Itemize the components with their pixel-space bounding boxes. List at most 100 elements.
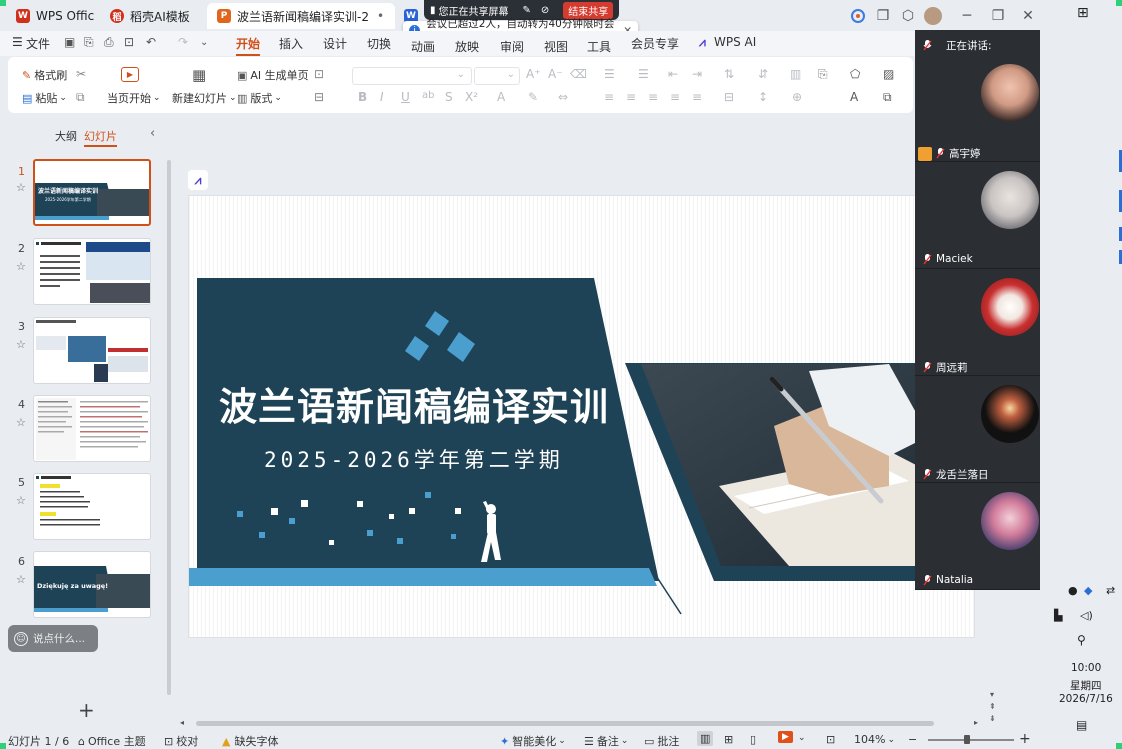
- ai-generate-button[interactable]: ▣ AI 生成单页: [237, 67, 309, 83]
- maximize-icon[interactable]: ❐: [988, 6, 1008, 26]
- star-icon[interactable]: ☆: [16, 416, 26, 429]
- ai-float-icon[interactable]: ⩘: [188, 170, 208, 190]
- slideshow-play-icon[interactable]: ▶: [778, 731, 793, 743]
- reset-icon[interactable]: ⊡: [314, 67, 324, 81]
- arrange-icon[interactable]: ⧉: [883, 90, 892, 105]
- section-icon[interactable]: ⊟: [314, 90, 324, 104]
- annotate-icon[interactable]: ✎: [523, 5, 531, 16]
- zoom-slider[interactable]: [928, 739, 1014, 741]
- zoom-level[interactable]: 104% ⌄: [854, 733, 895, 746]
- switch-tray-icon[interactable]: ⇄: [1106, 584, 1115, 597]
- slide-canvas[interactable]: 波兰语新闻稿编译实训 2025-2026学年第二学期: [188, 195, 975, 638]
- undo-icon[interactable]: ↶: [146, 35, 156, 49]
- export-icon[interactable]: ⎘: [84, 35, 94, 50]
- menu-home[interactable]: 开始: [236, 35, 261, 56]
- prev-slide-icon[interactable]: ⇞: [989, 702, 996, 711]
- menu-file[interactable]: 文件: [26, 35, 50, 52]
- font-family-select[interactable]: ⌄: [352, 67, 472, 85]
- vertical-align-icon[interactable]: ⊟: [724, 90, 734, 104]
- highlight-icon[interactable]: ✎: [528, 90, 538, 104]
- hide-icon[interactable]: ⊘: [541, 5, 549, 16]
- star-icon[interactable]: ☆: [16, 338, 26, 351]
- windows-start-icon[interactable]: ⊞: [1077, 5, 1089, 21]
- slide-title[interactable]: 波兰语新闻稿编译实训: [219, 376, 609, 431]
- increase-font-icon[interactable]: A⁺: [526, 67, 541, 81]
- comments-item[interactable]: ▭ 批注: [644, 733, 679, 749]
- redo-icon[interactable]: ↷: [178, 35, 188, 49]
- slide-subtitle[interactable]: 2025-2026学年第二学期: [264, 444, 564, 474]
- star-icon[interactable]: ☆: [16, 260, 26, 273]
- underline-icon[interactable]: U: [401, 90, 410, 104]
- clear-format-icon[interactable]: ⌫: [570, 67, 587, 81]
- menu-wps-ai[interactable]: WPS AI: [714, 35, 756, 49]
- menu-view[interactable]: 视图: [544, 38, 568, 55]
- justify-icon[interactable]: ≡: [670, 90, 680, 104]
- reading-view-icon[interactable]: ▯: [750, 733, 756, 746]
- proofread-item[interactable]: ⊡ 校对: [164, 733, 198, 749]
- save-icon[interactable]: ▣: [64, 35, 75, 49]
- avatar[interactable]: [923, 6, 943, 26]
- align-right-icon[interactable]: ≡: [648, 90, 658, 104]
- scroll-left-icon[interactable]: ◂: [180, 718, 184, 727]
- line-spacing-icon[interactable]: ↕: [758, 90, 768, 104]
- collapse-panel-icon[interactable]: ‹: [150, 126, 155, 141]
- fit-window-icon[interactable]: ⊡: [826, 733, 835, 746]
- bullets-icon[interactable]: ☰: [604, 67, 615, 81]
- clock-date[interactable]: 2026/7/16: [1059, 693, 1113, 705]
- star-icon[interactable]: ☆: [16, 494, 26, 507]
- tab-slides[interactable]: 幻灯片: [84, 128, 117, 147]
- slide-thumbnail-1[interactable]: 波兰语新闻稿编译实训 2025-2026学年第二学期: [33, 159, 151, 226]
- italic-icon[interactable]: I: [380, 90, 384, 104]
- ai-assistant-icon[interactable]: [848, 6, 868, 26]
- zoom-out-icon[interactable]: −: [908, 733, 917, 746]
- more-chevron-icon[interactable]: ⌄: [200, 37, 208, 48]
- star-icon[interactable]: ☆: [16, 181, 26, 194]
- emoji-icon[interactable]: ☺: [14, 631, 28, 646]
- volume-icon[interactable]: ◁): [1080, 609, 1093, 622]
- missing-font-item[interactable]: ▲ 缺失字体: [222, 733, 278, 749]
- shapes-icon[interactable]: ⬠: [850, 67, 860, 81]
- chat-input[interactable]: ☺ 说点什么...: [8, 625, 98, 652]
- link-icon[interactable]: ⚲: [1077, 633, 1086, 647]
- meeting-tray-icon[interactable]: ●: [1068, 584, 1078, 597]
- notification-icon[interactable]: ▤: [1076, 718, 1087, 732]
- scroll-right-icon[interactable]: ▸: [974, 718, 978, 727]
- tab-document[interactable]: P 波兰语新闻稿编译实训-2025-2 •: [207, 3, 395, 29]
- menu-insert[interactable]: 插入: [279, 35, 303, 52]
- strikethrough-icon[interactable]: ab: [422, 90, 434, 101]
- align-left-icon[interactable]: ≡: [604, 90, 614, 104]
- slide-thumbnail-5[interactable]: [33, 473, 151, 540]
- text-direction-icon[interactable]: ⇅: [724, 67, 734, 81]
- increase-indent-icon[interactable]: ⇥: [692, 67, 702, 81]
- hamburger-icon[interactable]: ☰: [12, 35, 23, 49]
- sorter-view-icon[interactable]: ⊞: [724, 733, 733, 746]
- horizontal-scrollbar[interactable]: [196, 721, 934, 726]
- close-icon[interactable]: ✕: [1018, 6, 1038, 26]
- columns-icon[interactable]: ▥: [790, 67, 801, 81]
- clock-time[interactable]: 10:00: [1071, 662, 1101, 674]
- play-icon[interactable]: ▶: [121, 67, 139, 82]
- char-spacing-icon[interactable]: ⇔: [558, 90, 568, 104]
- distribute-icon[interactable]: ≡: [692, 90, 702, 104]
- tab-templates[interactable]: 稻 稻壳AI模板: [100, 3, 200, 29]
- next-slide-icon[interactable]: ⇟: [989, 714, 996, 723]
- textbox-icon[interactable]: A: [850, 90, 858, 104]
- paste-button[interactable]: ▤ 粘贴 ⌄: [22, 90, 67, 106]
- decrease-font-icon[interactable]: A⁻: [548, 67, 563, 81]
- star-icon[interactable]: ☆: [16, 573, 26, 586]
- slide-thumbnail-4[interactable]: [33, 395, 151, 462]
- numbering-icon[interactable]: ☰: [638, 67, 649, 81]
- slide-thumbnail-6[interactable]: Dziękuję za uwagę!: [33, 551, 151, 618]
- zoom-slider-thumb[interactable]: [964, 735, 970, 744]
- clock-weekday[interactable]: 星期四: [1070, 678, 1102, 693]
- panel-scrollbar[interactable]: [167, 160, 171, 695]
- menu-animation[interactable]: 动画: [411, 38, 435, 55]
- unsaved-dot[interactable]: •: [377, 9, 384, 23]
- play-options-chevron-icon[interactable]: ⌄: [798, 733, 806, 743]
- preview-icon[interactable]: ⊡: [124, 35, 134, 49]
- zoom-in-icon[interactable]: +: [1019, 731, 1031, 747]
- menu-review[interactable]: 审阅: [500, 38, 524, 55]
- menu-design[interactable]: 设计: [323, 35, 347, 52]
- normal-view-icon[interactable]: ▥: [697, 731, 714, 746]
- sort-icon[interactable]: ⇵: [758, 67, 768, 81]
